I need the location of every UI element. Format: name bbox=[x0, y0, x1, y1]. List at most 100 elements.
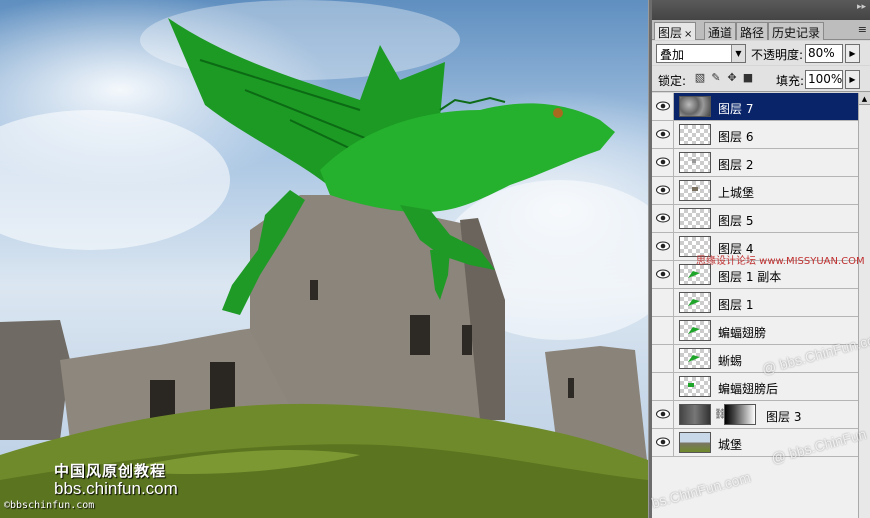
opacity-slider-button[interactable]: ▶ bbox=[845, 44, 860, 63]
layer-name: 图层 1 副本 bbox=[718, 270, 782, 284]
layer-thumbnail bbox=[679, 376, 711, 397]
tab-paths-label: 路径 bbox=[740, 26, 765, 40]
document-canvas[interactable]: 中国风原创教程 bbs.chinfun.com ©bbschinfun.com bbox=[0, 0, 648, 518]
visibility-toggle[interactable] bbox=[652, 121, 674, 148]
layer-thumbnail bbox=[679, 124, 711, 145]
layer-thumbnail bbox=[679, 348, 711, 369]
lock-transparency-icon[interactable]: ▧ bbox=[694, 72, 706, 84]
layer-row[interactable]: 蝙蝠翅膀后 bbox=[652, 373, 858, 401]
thumbnail-mark bbox=[688, 355, 700, 362]
layer-row[interactable]: 上城堡 bbox=[652, 177, 858, 205]
watermark-url: bbs.chinfun.com bbox=[54, 479, 178, 498]
eye-icon bbox=[656, 101, 670, 111]
watermark-missyuan: 思缘设计论坛 www.MISSYUAN.COM bbox=[696, 256, 865, 267]
fill-slider-button[interactable]: ▶ bbox=[845, 70, 860, 89]
eye-icon bbox=[656, 185, 670, 195]
layer-name: 城堡 bbox=[718, 438, 743, 452]
thumbnail-mark bbox=[688, 383, 694, 387]
tab-layers[interactable]: 图层 × bbox=[654, 22, 697, 40]
visibility-toggle[interactable] bbox=[652, 205, 674, 232]
thumbnail-mark bbox=[692, 187, 698, 191]
visibility-toggle[interactable] bbox=[652, 149, 674, 176]
fill-input[interactable]: 100% bbox=[805, 70, 843, 89]
layer-name: 图层 6 bbox=[718, 130, 754, 144]
visibility-toggle[interactable] bbox=[652, 177, 674, 204]
layer-name: 图层 1 bbox=[718, 298, 754, 312]
layer-mask-thumbnail[interactable] bbox=[724, 404, 756, 425]
panel-top-bar: ▸▸ bbox=[652, 0, 870, 20]
layer-row[interactable]: 图层 2 bbox=[652, 149, 858, 177]
layer-name: 图层 3 bbox=[766, 410, 802, 424]
layer-thumbnail bbox=[679, 320, 711, 341]
watermark-cn: 中国风原创教程 bbox=[54, 462, 167, 480]
eye-icon bbox=[656, 241, 670, 251]
chevron-down-icon[interactable]: ▼ bbox=[731, 45, 745, 62]
opacity-input[interactable]: 80% bbox=[805, 44, 843, 63]
opacity-label: 不透明度: bbox=[751, 48, 804, 62]
layer-thumbnail bbox=[679, 292, 711, 313]
layer-name: 蝙蝠翅膀 bbox=[718, 326, 767, 340]
fill-label: 填充: bbox=[776, 74, 805, 88]
layer-thumbnail bbox=[679, 264, 711, 285]
layer-row[interactable]: 蝙蝠翅膀 bbox=[652, 317, 858, 345]
tab-channels[interactable]: 通道 bbox=[704, 22, 737, 40]
eye-icon bbox=[656, 409, 670, 419]
layers-list: 图层 7 图层 6 图层 2 上城堡 图层 5 图层 4 图层 1 副本 图层 1 蝙蝠翅膀 蜥蜴… bbox=[652, 93, 858, 518]
visibility-toggle[interactable] bbox=[652, 373, 674, 400]
lock-move-icon[interactable]: ✥ bbox=[726, 72, 738, 84]
layer-name: 蝙蝠翅膀后 bbox=[718, 382, 779, 396]
visibility-toggle[interactable] bbox=[652, 261, 674, 288]
layer-name: 图层 5 bbox=[718, 214, 754, 228]
artwork bbox=[0, 0, 648, 518]
layer-name: 图层 2 bbox=[718, 158, 754, 172]
thumbnail-mark bbox=[688, 271, 700, 278]
layer-thumbnail bbox=[679, 432, 711, 453]
watermark-small: ©bbschinfun.com bbox=[4, 500, 95, 511]
thumbnail-mark bbox=[688, 299, 700, 306]
panel-tabs: 图层 × 通道 路径 历史记录 ≡ bbox=[652, 20, 870, 40]
layer-thumbnail bbox=[679, 180, 711, 201]
layer-row[interactable]: 图层 1 bbox=[652, 289, 858, 317]
tab-paths[interactable]: 路径 bbox=[736, 22, 769, 40]
tab-history-label: 历史记录 bbox=[772, 26, 821, 40]
layer-row[interactable]: ⛓ 图层 3 bbox=[652, 401, 858, 429]
layer-row[interactable]: 图层 6 bbox=[652, 121, 858, 149]
visibility-toggle[interactable] bbox=[652, 93, 674, 120]
blend-opacity-row: 叠加 ▼ 不透明度: 80% ▶ bbox=[652, 41, 870, 65]
layer-name: 上城堡 bbox=[718, 186, 755, 200]
layer-row[interactable]: 图层 7 bbox=[652, 93, 858, 121]
visibility-toggle[interactable] bbox=[652, 317, 674, 344]
thumbnail-mark bbox=[688, 327, 700, 334]
tab-history[interactable]: 历史记录 bbox=[768, 22, 825, 40]
layer-thumbnail bbox=[679, 96, 711, 117]
visibility-toggle[interactable] bbox=[652, 289, 674, 316]
tab-channels-label: 通道 bbox=[708, 26, 733, 40]
visibility-toggle[interactable] bbox=[652, 429, 674, 456]
layer-thumbnail bbox=[679, 152, 711, 173]
layer-name: 蜥蜴 bbox=[718, 354, 743, 368]
close-tab-icon[interactable]: × bbox=[684, 29, 692, 40]
collapse-icon[interactable]: ▸▸ bbox=[857, 2, 866, 12]
eye-icon bbox=[656, 157, 670, 167]
eye-icon bbox=[656, 129, 670, 139]
visibility-toggle[interactable] bbox=[652, 401, 674, 428]
chain-link-icon[interactable]: ⛓ bbox=[714, 409, 727, 421]
layer-name: 图层 7 bbox=[718, 102, 754, 116]
panel-menu-icon[interactable]: ≡ bbox=[858, 23, 867, 36]
visibility-toggle[interactable] bbox=[652, 345, 674, 372]
eye-icon bbox=[656, 437, 670, 447]
scroll-up-icon[interactable]: ▲ bbox=[859, 93, 870, 105]
visibility-toggle[interactable] bbox=[652, 233, 674, 260]
layer-row[interactable]: 图层 5 bbox=[652, 205, 858, 233]
lock-all-icon[interactable]: ■ bbox=[742, 72, 754, 84]
lock-paint-icon[interactable]: ✎ bbox=[710, 72, 722, 84]
layers-scrollbar[interactable]: ▲ bbox=[858, 93, 870, 518]
blend-mode-select[interactable]: 叠加 ▼ bbox=[656, 44, 746, 63]
blend-mode-value: 叠加 bbox=[660, 48, 685, 62]
lock-label: 锁定: bbox=[658, 74, 687, 88]
eye-icon bbox=[656, 213, 670, 223]
eye-icon bbox=[656, 269, 670, 279]
layer-thumbnail bbox=[679, 208, 711, 229]
lock-fill-row: 锁定: ▧ ✎ ✥ ■ 填充: 100% ▶ bbox=[652, 66, 870, 92]
thumbnail-mark bbox=[692, 159, 696, 163]
